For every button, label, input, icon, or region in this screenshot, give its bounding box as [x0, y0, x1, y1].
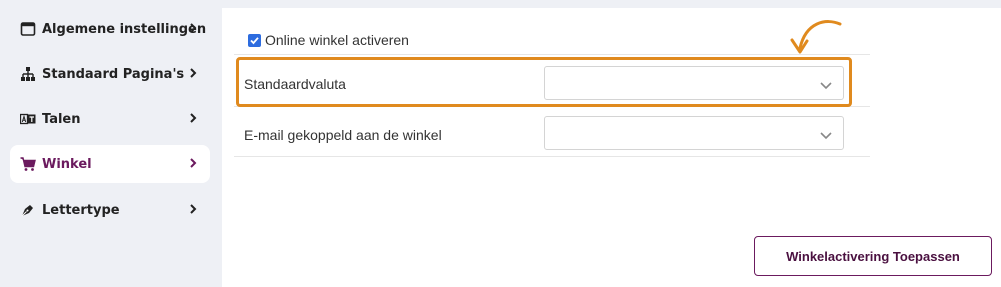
online-shop-checkbox-row[interactable]: Online winkel activeren: [248, 32, 409, 48]
shop-email-select[interactable]: [544, 116, 844, 150]
chevron-right-icon: [186, 202, 200, 216]
divider: [234, 54, 870, 55]
chevron-right-icon: [186, 21, 200, 35]
sidebar-item-label: Standaard Pagina's: [42, 66, 185, 82]
online-shop-checkbox-label: Online winkel activeren: [265, 32, 409, 48]
default-currency-select[interactable]: [544, 66, 844, 100]
shop-settings-panel: Online winkel activeren Standaardvaluta …: [222, 8, 1001, 287]
sitemap-icon: [20, 66, 36, 82]
sidebar-item-talen[interactable]: Talen: [10, 100, 210, 138]
chevron-right-icon: [186, 66, 200, 80]
divider: [234, 156, 870, 157]
checkbox-checked-icon[interactable]: [248, 33, 261, 47]
sidebar-item-label: Algemene instellingen: [42, 21, 207, 37]
sidebar-item-lettertype[interactable]: Lettertype: [10, 191, 210, 229]
sidebar-item-algemene-instellingen[interactable]: Algemene instellingen: [10, 10, 210, 48]
chevron-down-icon: [819, 127, 833, 141]
cart-icon: [20, 156, 36, 172]
chevron-right-icon: [186, 156, 200, 170]
sidebar-item-label: Lettertype: [42, 202, 120, 218]
sidebar-item-standaard-paginas[interactable]: Standaard Pagina's: [10, 55, 210, 93]
sidebar-item-winkel[interactable]: Winkel: [10, 145, 210, 183]
sidebar: Algemene instellingen Standaard Pagina's…: [0, 0, 214, 287]
shop-email-label: E-mail gekoppeld aan de winkel: [244, 127, 442, 143]
pen-icon: [20, 202, 36, 218]
sidebar-item-label: Winkel: [42, 156, 92, 172]
language-icon: [20, 111, 36, 127]
divider: [234, 106, 870, 107]
default-currency-label: Standaardvaluta: [244, 76, 346, 92]
curved-arrow-icon: [790, 20, 842, 54]
apply-shop-activation-button[interactable]: Winkelactivering Toepassen: [754, 236, 992, 276]
app-root: Algemene instellingen Standaard Pagina's…: [0, 0, 1001, 287]
window-icon: [20, 21, 36, 37]
sidebar-item-label: Talen: [42, 111, 81, 127]
chevron-down-icon: [819, 77, 833, 91]
chevron-right-icon: [186, 111, 200, 125]
